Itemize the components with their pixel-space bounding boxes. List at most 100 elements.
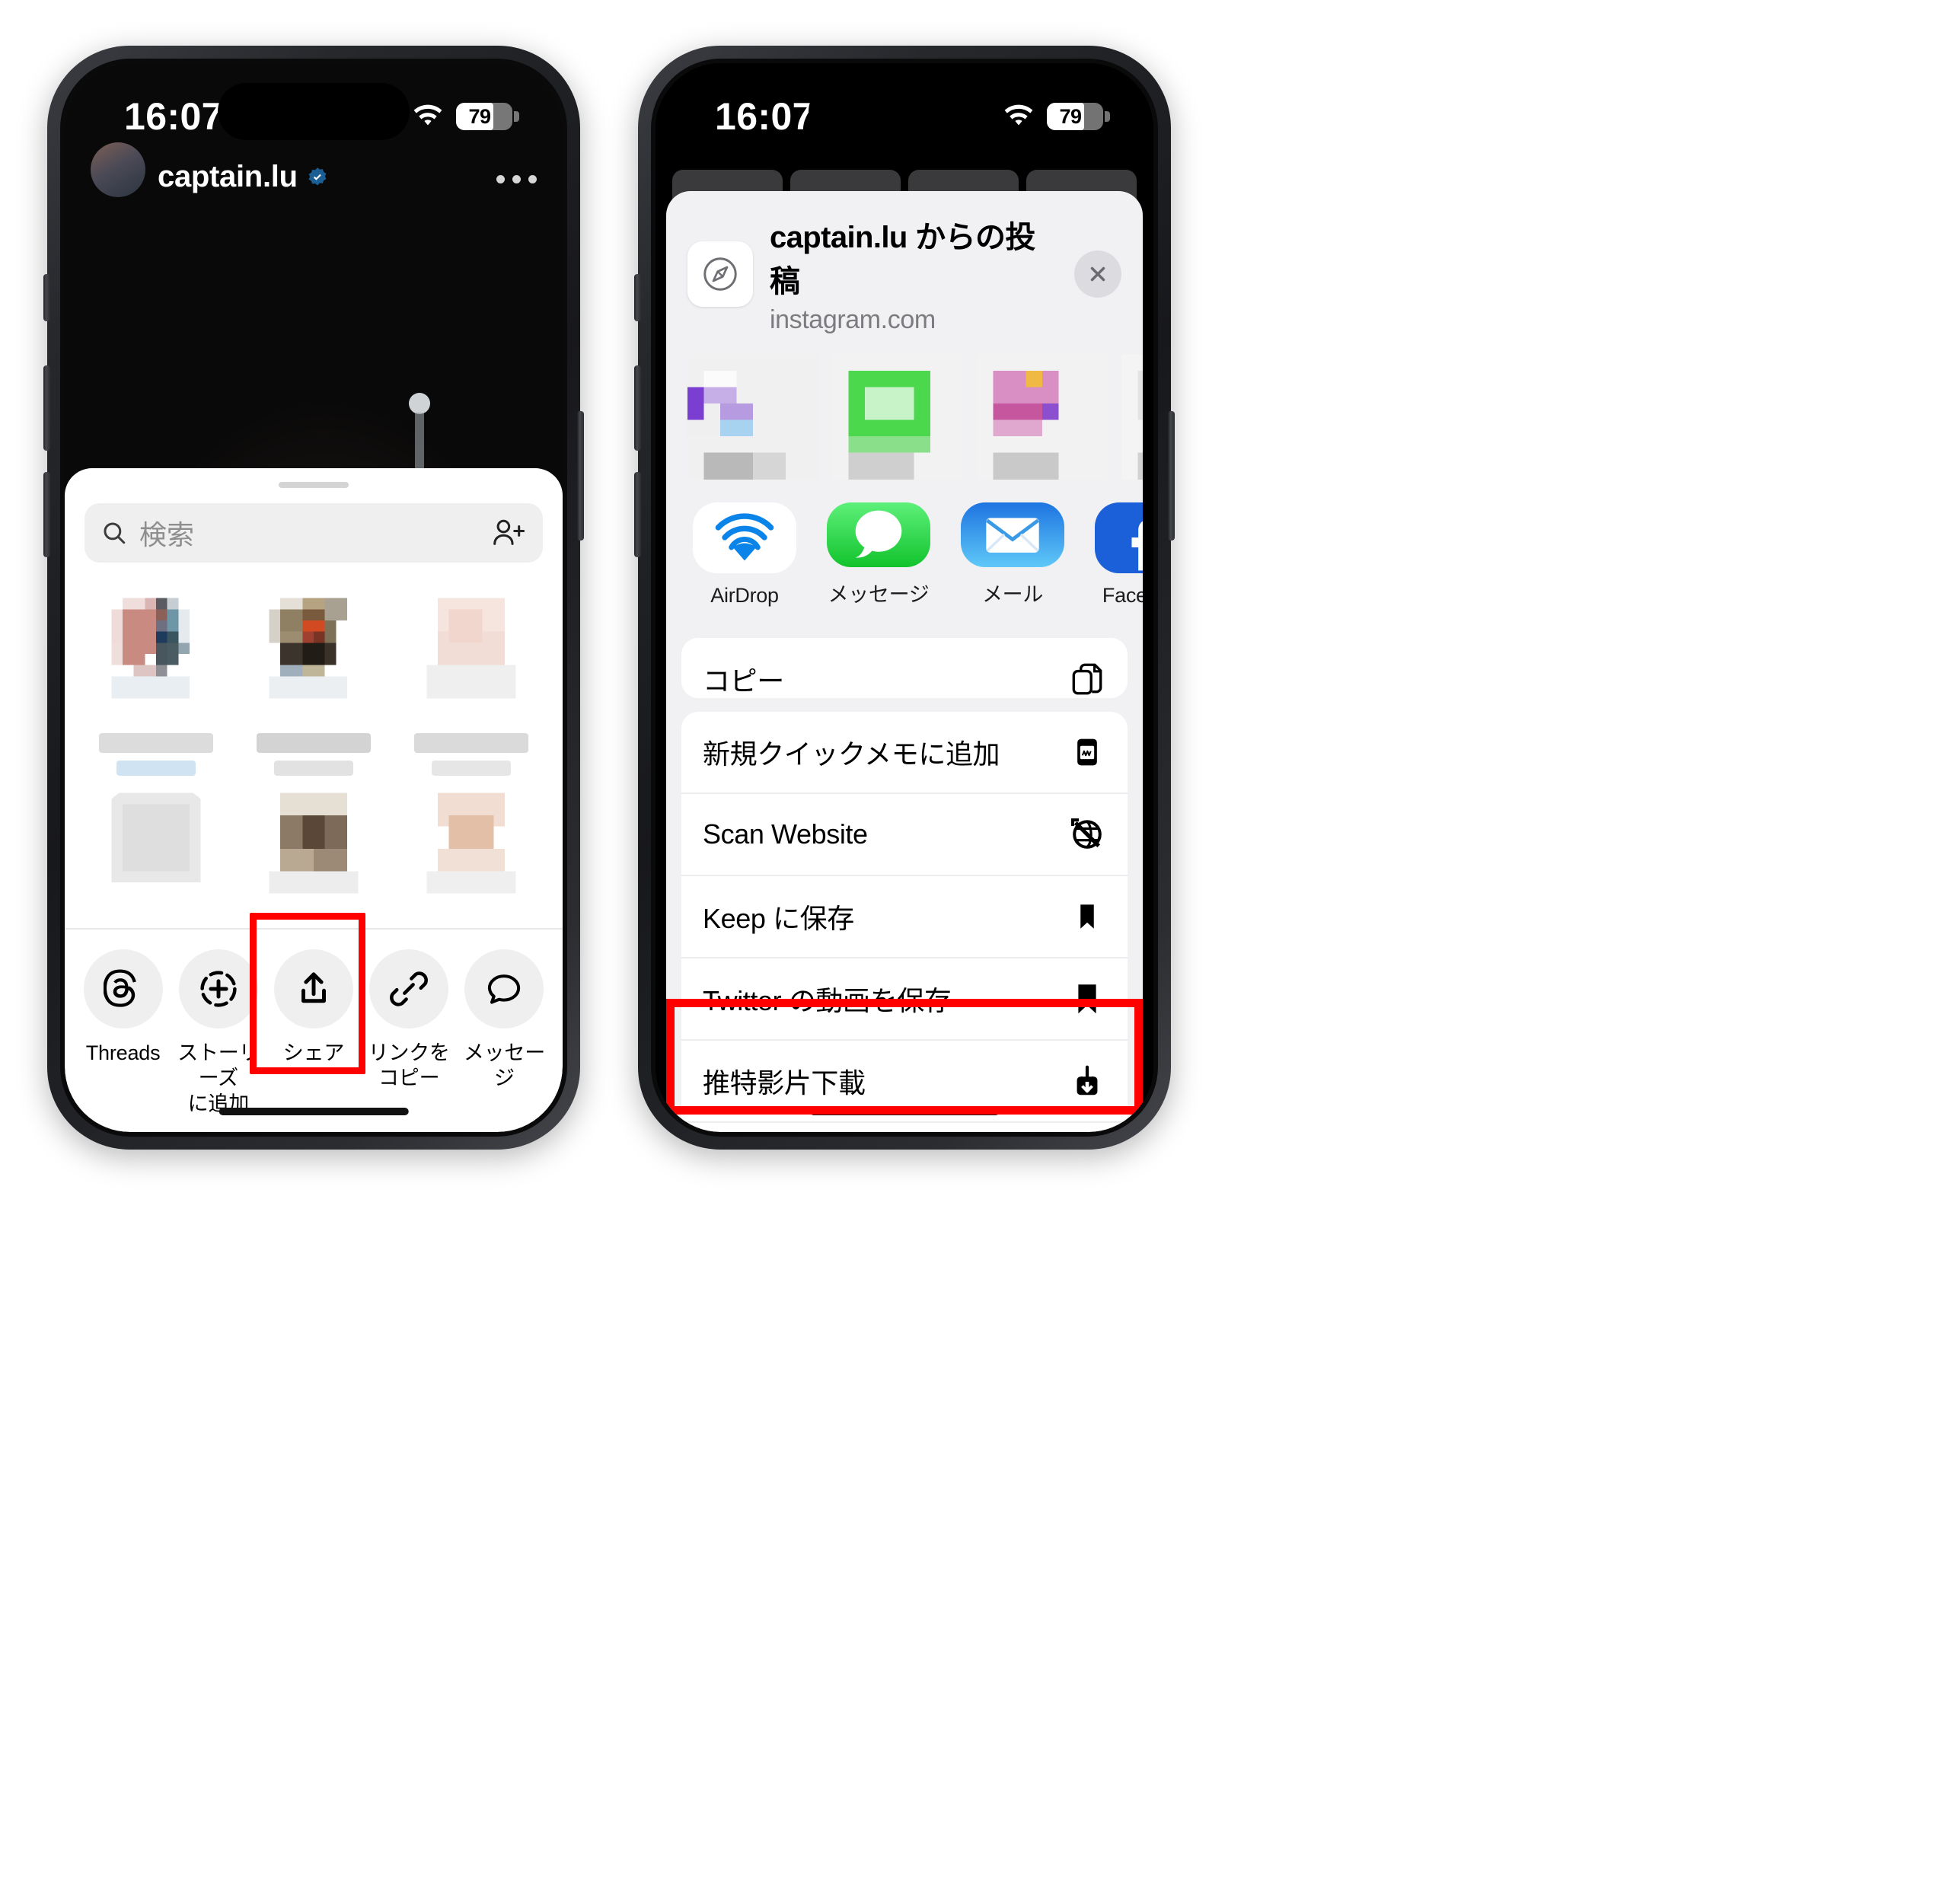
app-label: メール	[981, 583, 1044, 606]
action-label: 新規クイックメモに追加	[703, 738, 1000, 770]
preview-thumbnail-blurred[interactable]	[977, 352, 1108, 480]
scan-website-icon	[1068, 815, 1106, 853]
right-phone-screen: 16:07 79 captain.lu からの投稿 instagram.com …	[656, 63, 1153, 1132]
search-input[interactable]: 検索	[85, 503, 543, 563]
recipient-name-blurred	[256, 733, 371, 753]
ios-share-sheet: captain.lu からの投稿 instagram.com AirDrop メ…	[666, 191, 1143, 1132]
preview-thumbnail-blurred[interactable]	[832, 352, 963, 480]
volume-down-button[interactable]	[43, 472, 50, 557]
share-app-facebook[interactable]: Facebook	[1089, 502, 1143, 608]
message-bubble-icon	[464, 949, 544, 1029]
battery-percent: 79	[468, 104, 491, 128]
search-icon	[104, 522, 126, 544]
action-label: シェア	[282, 1041, 345, 1064]
share-sheet-titles: captain.lu からの投稿 instagram.com	[770, 212, 1057, 335]
battery-icon: 79	[456, 103, 519, 130]
threads-icon	[83, 949, 163, 1029]
share-app-mail[interactable]: メール	[955, 502, 1070, 608]
mute-switch[interactable]	[634, 274, 641, 321]
preview-thumbnail-blurred[interactable]	[1121, 352, 1143, 480]
mute-switch[interactable]	[43, 274, 50, 321]
action-label: ストーリーズ に追加	[177, 1041, 260, 1115]
power-button[interactable]	[577, 411, 584, 541]
action-label: 推特影片下載	[703, 1067, 866, 1099]
list-item[interactable]	[400, 581, 543, 776]
add-to-story-icon	[178, 949, 258, 1029]
search-row: 検索	[65, 496, 563, 569]
home-indicator[interactable]	[219, 1108, 409, 1115]
recipient-avatar-blurred	[404, 782, 539, 916]
share-app-row: AirDrop メッセージ メール Face	[666, 480, 1143, 618]
page-domain: instagram.com	[770, 305, 936, 334]
recipient-grid	[65, 569, 563, 928]
list-item[interactable]	[242, 581, 384, 776]
safari-compass-icon	[687, 241, 753, 307]
post-username-row[interactable]: captain.lu	[158, 160, 328, 194]
action-label: コピー	[703, 665, 784, 697]
power-button[interactable]	[1168, 411, 1175, 541]
page-title: captain.lu からの投稿	[770, 221, 1035, 298]
recipient-avatar-blurred	[88, 782, 223, 916]
right-phone-device: 16:07 79 captain.lu からの投稿 instagram.com …	[634, 46, 1175, 1150]
left-phone-device: 16:07 79 captain.lu 検索 Threads ストーリーズ に追…	[43, 46, 584, 1150]
action-add-quick-note[interactable]: 新規クイックメモに追加	[681, 712, 1128, 794]
list-item[interactable]	[85, 776, 227, 928]
preview-thumbnail-strip	[666, 352, 1143, 480]
action-label: Twitter の動画を保存	[703, 984, 952, 1016]
copy-link-icon	[369, 949, 449, 1029]
recipient-avatar-blurred	[88, 587, 223, 721]
volume-up-button[interactable]	[634, 365, 641, 451]
recipient-name-blurred	[98, 733, 213, 753]
messages-icon	[827, 502, 930, 567]
dynamic-island	[218, 83, 410, 140]
recipient-sub-blurred	[432, 761, 512, 776]
action-instagram-download[interactable]: Instagram Download	[681, 1123, 1128, 1132]
action-save-to-keep[interactable]: Keep に保存	[681, 876, 1128, 958]
action-copy[interactable]: コピー	[681, 638, 1128, 698]
home-indicator[interactable]	[809, 1108, 1000, 1115]
add-people-icon[interactable]	[493, 518, 526, 547]
share-upload-icon	[274, 949, 353, 1029]
status-time: 16:07	[124, 95, 223, 138]
bookmark-filled-icon	[1068, 980, 1106, 1018]
action-label: Threads	[85, 1041, 161, 1064]
action-scan-website[interactable]: Scan Website	[681, 794, 1128, 876]
verified-badge-icon	[308, 167, 327, 185]
action-add-to-story[interactable]: ストーリーズ に追加	[171, 949, 266, 1117]
recipient-name-blurred	[414, 733, 529, 753]
battery-icon: 79	[1047, 103, 1110, 130]
preview-thumbnail-blurred[interactable]	[687, 352, 818, 480]
list-item[interactable]	[242, 776, 384, 928]
list-item[interactable]	[400, 776, 543, 928]
instagram-share-sheet: 検索 Threads ストーリーズ に追加 シェア リンクを コピー メッセージ	[65, 468, 563, 1132]
action-message[interactable]: メッセージ	[457, 949, 552, 1092]
left-phone-bezel: 16:07 79 captain.lu 検索 Threads ストーリーズ に追…	[60, 59, 567, 1137]
recipient-avatar-blurred	[246, 782, 381, 916]
airdrop-icon	[693, 502, 796, 573]
wifi-icon	[413, 104, 442, 126]
close-icon[interactable]	[1074, 250, 1121, 298]
action-threads[interactable]: Threads	[75, 949, 171, 1066]
app-label: メッセージ	[828, 583, 930, 606]
volume-down-button[interactable]	[634, 472, 641, 557]
share-app-airdrop[interactable]: AirDrop	[687, 502, 802, 608]
right-phone-bezel: 16:07 79 captain.lu からの投稿 instagram.com …	[651, 59, 1158, 1137]
share-app-messages[interactable]: メッセージ	[821, 502, 936, 608]
action-save-twitter-video[interactable]: Twitter の動画を保存	[681, 958, 1128, 1041]
action-share[interactable]: シェア	[266, 949, 361, 1066]
action-copy-link[interactable]: リンクを コピー	[362, 949, 457, 1092]
mail-icon	[961, 502, 1064, 567]
screenshot-canvas: 16:07 79 captain.lu 検索 Threads ストーリーズ に追…	[0, 0, 1949, 1904]
share-sheet-header: captain.lu からの投稿 instagram.com	[666, 191, 1143, 352]
volume-up-button[interactable]	[43, 365, 50, 451]
action-label: メッセージ	[463, 1041, 546, 1090]
sheet-grabber[interactable]	[279, 482, 349, 488]
list-item[interactable]	[85, 581, 227, 776]
bookmark-outline-icon	[1068, 898, 1106, 936]
more-options-icon[interactable]	[496, 175, 537, 183]
action-group-extensions: 新規クイックメモに追加 Scan Website Keep に保存 Twitte…	[681, 711, 1128, 1132]
quick-note-icon	[1068, 733, 1106, 771]
battery-percent: 79	[1059, 104, 1082, 128]
action-label: リンクを コピー	[368, 1041, 450, 1090]
facebook-icon	[1095, 502, 1143, 573]
